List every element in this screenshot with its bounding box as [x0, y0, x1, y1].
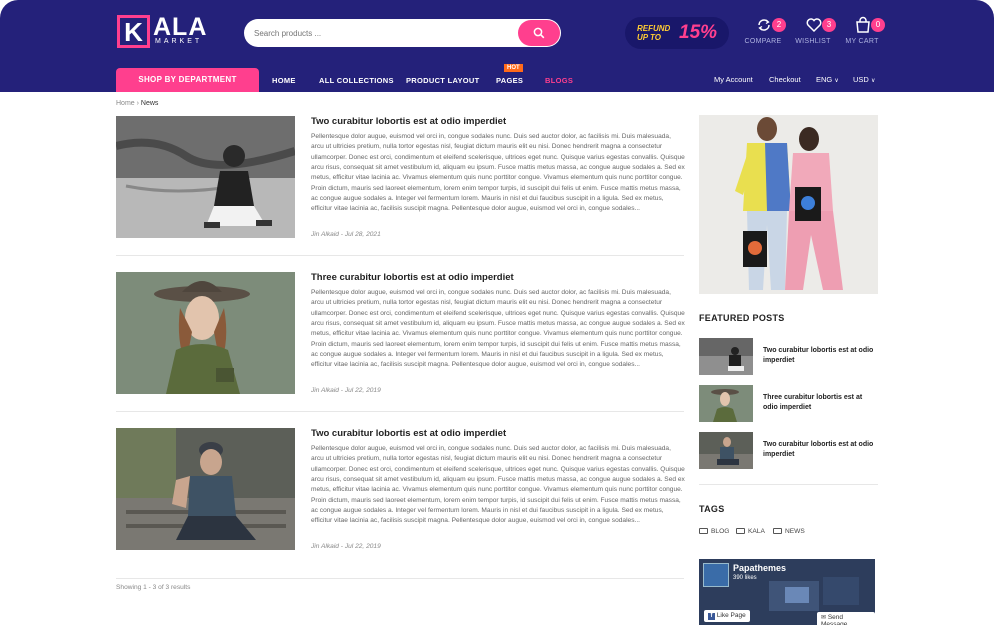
divider [116, 411, 684, 412]
tag-kala[interactable]: KALA [736, 528, 765, 535]
heart-icon [806, 18, 822, 33]
tag-label: NEWS [785, 528, 805, 535]
currency-select[interactable]: USD ∨ [853, 75, 875, 84]
promo-text: REFUND UP TO [637, 24, 671, 42]
chevron-down-icon: ∨ [870, 78, 876, 84]
facebook-icon: f [708, 613, 715, 620]
sidebar-banner-image[interactable] [699, 115, 878, 294]
tag-icon [773, 528, 782, 534]
main-nav: SHOP BY DEPARTMENT HOME ALL COLLECTIONS … [0, 64, 994, 92]
search-icon [533, 27, 545, 39]
search-button[interactable] [518, 20, 560, 46]
page-logo [703, 563, 729, 587]
featured-post-thumbnail[interactable] [699, 338, 753, 375]
facebook-like-button[interactable]: f Like Page [704, 610, 750, 622]
post-meta: Jin Alkaid - Jul 28, 2021 [311, 231, 381, 238]
logo-mark: K [117, 15, 150, 48]
site-header: K ALA MARKET REFUND UP TO 15% [0, 0, 994, 92]
post-meta: Jin Alkaid - Jul 22, 2019 [311, 387, 381, 394]
nav-item-pages[interactable]: PAGES [496, 76, 523, 85]
featured-post-title[interactable]: Three curabitur lobortis est at odio imp… [763, 393, 878, 413]
featured-post-thumbnail[interactable] [699, 432, 753, 469]
breadcrumb-current: News [140, 100, 159, 107]
language-select[interactable]: ENG ∨ [816, 75, 839, 84]
blog-post: Two curabitur lobortis est at odio imper… [116, 428, 685, 558]
compare-icon [758, 19, 770, 31]
promo-amount: 15% [679, 22, 718, 43]
nav-item-blogs[interactable]: BLOGS [545, 76, 573, 85]
divider [116, 578, 684, 579]
facebook-page-name[interactable]: Papathemes [733, 563, 786, 573]
tags-heading: TAGS [699, 504, 725, 514]
breadcrumb: Home › News [116, 100, 158, 107]
logo-letter: K [124, 16, 143, 47]
post-title[interactable]: Two curabitur lobortis est at odio imper… [311, 116, 506, 127]
page: K ALA MARKET REFUND UP TO 15% [0, 0, 994, 632]
post-excerpt: Pellentesque dolor augue, euismod vel or… [311, 445, 685, 525]
cart-icon [856, 16, 870, 33]
currency-value: USD [853, 75, 869, 84]
nav-item-product-layout[interactable]: PRODUCT LAYOUT [406, 76, 480, 85]
featured-post-item[interactable]: Three curabitur lobortis est at odio imp… [699, 385, 878, 423]
nav-item-home[interactable]: HOME [272, 76, 296, 85]
refund-promo-banner[interactable]: REFUND UP TO 15% [625, 17, 729, 49]
hot-badge: HOT [504, 64, 523, 72]
featured-post-item[interactable]: Two curabitur lobortis est at odio imper… [699, 338, 878, 376]
featured-posts-heading: FEATURED POSTS [699, 313, 785, 323]
like-label: Like Page [716, 612, 746, 619]
post-meta: Jin Alkaid - Jul 22, 2019 [311, 543, 381, 550]
search-input[interactable] [254, 26, 504, 40]
cart-link[interactable]: 0 MY CART [832, 16, 892, 50]
post-excerpt: Pellentesque dolor augue, euismod vel or… [311, 133, 685, 213]
search-bar [244, 19, 561, 47]
featured-post-item[interactable]: Two curabitur lobortis est at odio imper… [699, 432, 878, 470]
language-value: ENG [816, 75, 833, 84]
post-image[interactable] [116, 272, 295, 394]
post-title[interactable]: Three curabitur lobortis est at odio imp… [311, 272, 514, 283]
logo-tagline: MARKET [155, 38, 203, 45]
nav-item-all-collections[interactable]: ALL COLLECTIONS [319, 76, 394, 85]
facebook-send-message-button[interactable]: ✉ Send Message [817, 612, 875, 625]
blog-post: Two curabitur lobortis est at odio imper… [116, 116, 685, 246]
my-account-link[interactable]: My Account [714, 75, 753, 84]
tag-label: KALA [748, 528, 765, 535]
cart-label: MY CART [845, 38, 879, 45]
facebook-likes: 390 likes [733, 575, 757, 581]
post-title[interactable]: Two curabitur lobortis est at odio imper… [311, 428, 506, 439]
tag-blog[interactable]: BLOG [699, 528, 729, 535]
divider [699, 484, 878, 485]
post-excerpt: Pellentesque dolor augue, euismod vel or… [311, 289, 685, 369]
shop-by-department-button[interactable]: SHOP BY DEPARTMENT [116, 68, 259, 92]
breadcrumb-home[interactable]: Home [116, 100, 135, 107]
featured-post-title[interactable]: Two curabitur lobortis est at odio imper… [763, 440, 878, 460]
featured-post-thumbnail[interactable] [699, 385, 753, 422]
checkout-link[interactable]: Checkout [769, 75, 801, 84]
post-image[interactable] [116, 428, 295, 550]
results-count: Showing 1 - 3 of 3 results [116, 584, 191, 591]
tag-icon [699, 528, 708, 534]
cart-count-badge: 0 [871, 18, 885, 32]
facebook-page-widget[interactable]: Papathemes 390 likes f Like Page ✉ Send … [699, 559, 875, 625]
blog-post: Three curabitur lobortis est at odio imp… [116, 272, 685, 402]
tag-icon [736, 528, 745, 534]
divider [116, 255, 684, 256]
tag-news[interactable]: NEWS [773, 528, 805, 535]
tag-label: BLOG [711, 528, 730, 535]
featured-post-title[interactable]: Two curabitur lobortis est at odio imper… [763, 346, 878, 366]
site-logo[interactable]: K ALA MARKET [117, 13, 217, 49]
chevron-down-icon: ∨ [834, 78, 839, 84]
post-image[interactable] [116, 116, 295, 238]
